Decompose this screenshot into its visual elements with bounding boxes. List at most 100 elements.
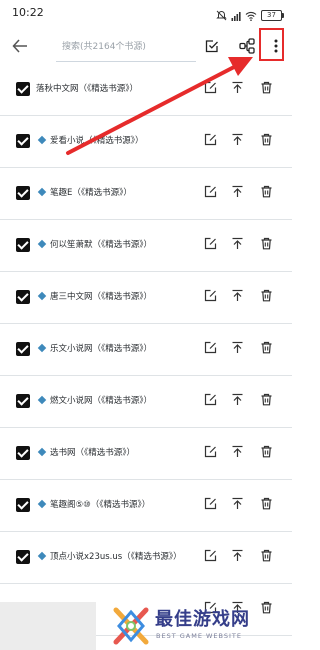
source-name-text: 落秋中文网（《精选书源》） xyxy=(36,84,139,94)
group-button[interactable] xyxy=(236,35,258,57)
edit-icon xyxy=(204,287,217,306)
delete-button[interactable] xyxy=(258,496,274,512)
move-to-top-button[interactable] xyxy=(229,340,245,356)
move-to-top-button[interactable] xyxy=(229,184,245,200)
edit-icon xyxy=(204,443,217,462)
edit-button[interactable] xyxy=(202,132,218,148)
status-bar: 10:22 37 xyxy=(0,0,292,28)
list-item[interactable]: 顶点小说x23us.us（《精选书源》） xyxy=(0,532,292,584)
delete-button[interactable] xyxy=(258,548,274,564)
toolbar xyxy=(0,28,292,64)
move-to-top-icon xyxy=(231,495,244,514)
edit-button[interactable] xyxy=(202,236,218,252)
row-checkbox[interactable] xyxy=(16,498,30,512)
move-to-top-button[interactable] xyxy=(229,392,245,408)
search-input[interactable] xyxy=(56,36,196,62)
edit-button[interactable] xyxy=(202,548,218,564)
source-name-text: 笔趣E（《精选书源》） xyxy=(50,188,132,198)
edit-button[interactable] xyxy=(202,340,218,356)
edit-button[interactable] xyxy=(202,288,218,304)
mute-icon xyxy=(216,6,227,25)
edit-button[interactable] xyxy=(202,392,218,408)
battery-indicator: 37 xyxy=(261,10,284,21)
row-checkbox[interactable] xyxy=(16,394,30,408)
edit-icon xyxy=(204,391,217,410)
row-checkbox[interactable] xyxy=(16,550,30,564)
delete-button[interactable] xyxy=(258,600,274,616)
source-name-text: 选书网（《精选书源》） xyxy=(50,448,136,458)
row-checkbox[interactable] xyxy=(16,186,30,200)
edit-icon xyxy=(204,339,217,358)
trash-icon xyxy=(260,495,273,514)
list-item[interactable]: 燃文小说网（《精选书源》） xyxy=(0,376,292,428)
row-checkbox[interactable] xyxy=(16,238,30,252)
row-checkbox[interactable] xyxy=(16,290,30,304)
watermark-title: 最佳游戏网 xyxy=(155,609,250,630)
delete-button[interactable] xyxy=(258,184,274,200)
edit-button[interactable] xyxy=(202,184,218,200)
source-name-text: 笔趣阁⑤⑩（《精选书源》） xyxy=(50,500,151,510)
list-item[interactable]: 爱看小说（《精选书源》） xyxy=(0,116,292,168)
list-item[interactable]: 选书网（《精选书源》） xyxy=(0,428,292,480)
row-checkbox[interactable] xyxy=(16,134,30,148)
source-name: 乐文小说网（《精选书源》） xyxy=(36,342,196,356)
row-checkbox[interactable] xyxy=(16,82,30,96)
move-to-top-icon xyxy=(231,287,244,306)
list-item[interactable]: 笔趣E（《精选书源》） xyxy=(0,168,292,220)
trash-icon xyxy=(260,391,273,410)
source-name-text: 唐三中文网（《精选书源》） xyxy=(50,292,153,302)
delete-button[interactable] xyxy=(258,236,274,252)
diamond-icon xyxy=(37,187,47,196)
trash-icon xyxy=(260,79,273,98)
move-to-top-button[interactable] xyxy=(229,80,245,96)
status-icons: 37 xyxy=(216,6,284,25)
list-item[interactable]: 唐三中文网（《精选书源》） xyxy=(0,272,292,324)
list-item[interactable]: 落秋中文网（《精选书源》） xyxy=(0,64,292,116)
back-button[interactable] xyxy=(9,35,31,57)
wifi-icon xyxy=(245,6,257,25)
move-to-top-button[interactable] xyxy=(229,288,245,304)
move-to-top-button[interactable] xyxy=(229,236,245,252)
more-menu-button[interactable] xyxy=(265,35,287,57)
move-to-top-button[interactable] xyxy=(229,548,245,564)
source-name: 唐三中文网（《精选书源》） xyxy=(36,290,196,304)
source-name: 笔趣阁⑤⑩（《精选书源》） xyxy=(36,498,196,512)
move-to-top-icon xyxy=(231,391,244,410)
move-to-top-button[interactable] xyxy=(229,132,245,148)
bottom-overlay xyxy=(0,602,96,650)
list-item[interactable]: 笔趣阁⑤⑩（《精选书源》） xyxy=(0,480,292,532)
diamond-icon xyxy=(37,291,47,300)
move-to-top-button[interactable] xyxy=(229,444,245,460)
trash-icon xyxy=(260,547,273,566)
delete-button[interactable] xyxy=(258,340,274,356)
diamond-icon xyxy=(37,135,47,144)
list-item[interactable]: 乐文小说网（《精选书源》） xyxy=(0,324,292,376)
delete-button[interactable] xyxy=(258,288,274,304)
delete-button[interactable] xyxy=(258,392,274,408)
arrow-left-icon xyxy=(12,39,27,53)
move-to-top-icon xyxy=(231,235,244,254)
move-to-top-icon xyxy=(231,131,244,150)
edit-button[interactable] xyxy=(202,444,218,460)
delete-button[interactable] xyxy=(258,444,274,460)
select-all-button[interactable] xyxy=(201,35,223,57)
row-checkbox[interactable] xyxy=(16,342,30,356)
source-name-text: 乐文小说网（《精选书源》） xyxy=(50,344,153,354)
row-checkbox[interactable] xyxy=(16,446,30,460)
screen: 10:22 37 搜索(共2164个书源) 落秋中文网（《精选书源》） 爱看小说… xyxy=(0,0,292,650)
edit-icon xyxy=(204,131,217,150)
edit-button[interactable] xyxy=(202,80,218,96)
list-item[interactable]: 何以笙萧默（《精选书源》） xyxy=(0,220,292,272)
move-to-top-button[interactable] xyxy=(229,496,245,512)
delete-button[interactable] xyxy=(258,132,274,148)
book-source-list: 落秋中文网（《精选书源》） 爱看小说（《精选书源》） 笔趣E（《精选书源》） 何以笙萧… xyxy=(0,64,292,636)
source-name: 燃文小说网（《精选书源》） xyxy=(36,394,196,408)
trash-icon xyxy=(260,235,273,254)
diamond-icon xyxy=(37,551,47,560)
delete-button[interactable] xyxy=(258,80,274,96)
source-name: 选书网（《精选书源》） xyxy=(36,446,196,460)
move-to-top-icon xyxy=(231,79,244,98)
diamond-icon xyxy=(37,447,47,456)
source-name: 落秋中文网（《精选书源》） xyxy=(36,82,196,96)
edit-button[interactable] xyxy=(202,496,218,512)
